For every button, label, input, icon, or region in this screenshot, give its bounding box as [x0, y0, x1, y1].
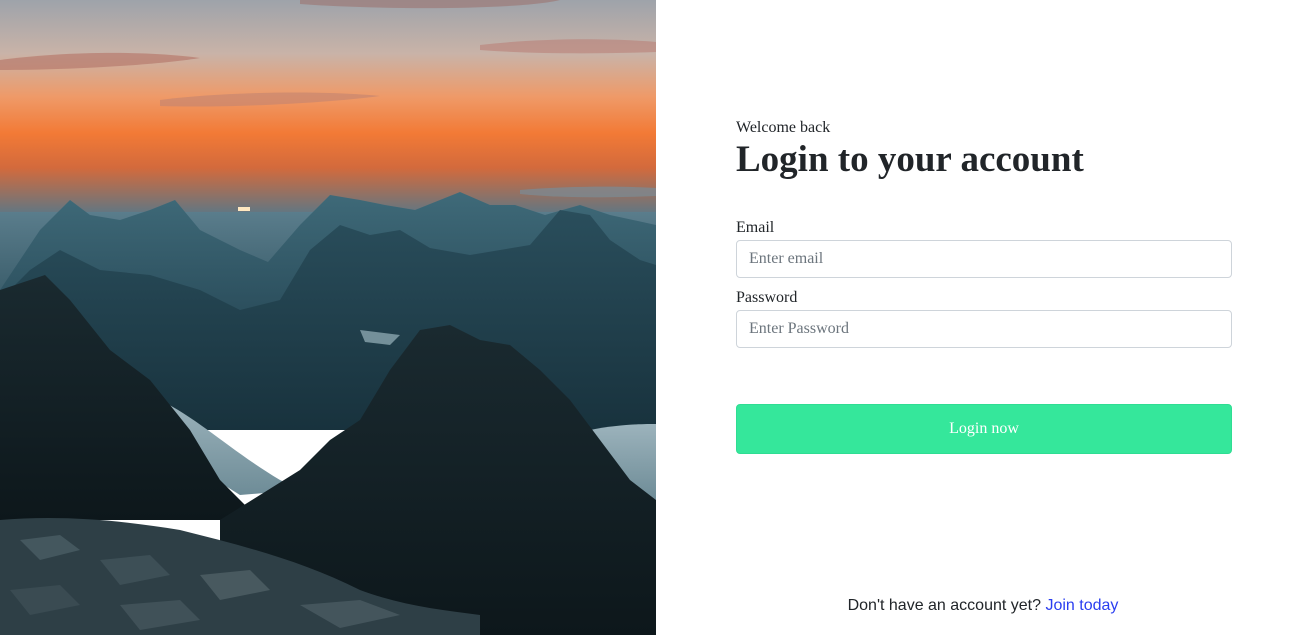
login-page: Welcome back Login to your account Email…: [0, 0, 1310, 635]
join-today-link[interactable]: Join today: [1045, 597, 1118, 614]
login-panel: Welcome back Login to your account Email…: [656, 0, 1310, 635]
page-title: Login to your account: [736, 139, 1084, 180]
hero-image: [0, 0, 656, 635]
signup-prompt: Don't have an account yet? Join today: [656, 596, 1310, 616]
email-field[interactable]: [736, 240, 1232, 278]
login-button[interactable]: Login now: [736, 404, 1232, 454]
email-label: Email: [736, 219, 775, 236]
signup-prompt-text: Don't have an account yet?: [847, 597, 1041, 614]
mountain-sunset-photo: [0, 0, 656, 635]
password-label: Password: [736, 289, 798, 306]
password-field[interactable]: [736, 310, 1232, 348]
welcome-text: Welcome back: [736, 119, 831, 136]
